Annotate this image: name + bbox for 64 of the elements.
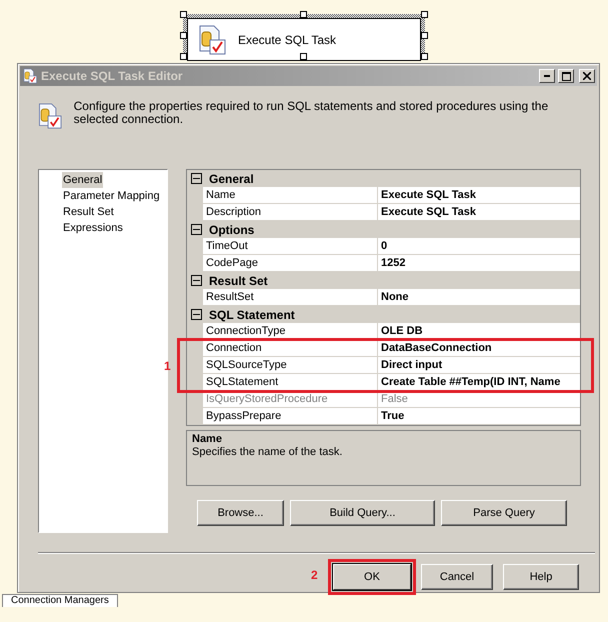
- group-header: General: [209, 172, 254, 186]
- property-name: BypassPrepare: [203, 408, 378, 425]
- collapse-toggle[interactable]: [191, 173, 202, 184]
- page-item[interactable]: Expressions: [62, 220, 124, 236]
- annotation-number: 2: [311, 568, 318, 582]
- resize-handle[interactable]: [300, 53, 307, 60]
- task-node[interactable]: Execute SQL Task: [187, 18, 421, 61]
- query-button[interactable]: Parse Query: [441, 500, 567, 526]
- minus-icon: [193, 277, 200, 284]
- property-name: ResultSet: [203, 289, 378, 306]
- minus-icon: [193, 175, 200, 182]
- property-name: SQLStatement: [203, 374, 378, 391]
- dialog-button[interactable]: OK: [333, 564, 411, 590]
- task-label: Execute SQL Task: [238, 32, 336, 46]
- property-value[interactable]: 0: [378, 238, 580, 255]
- window-title: Execute SQL Task Editor: [41, 69, 184, 83]
- query-button[interactable]: Build Query...: [290, 500, 435, 526]
- resize-handle[interactable]: [421, 53, 428, 60]
- property-value[interactable]: Execute SQL Task: [378, 187, 580, 204]
- property-value[interactable]: 1252: [378, 255, 580, 272]
- page-item[interactable]: Result Set: [62, 204, 115, 220]
- collapse-toggle[interactable]: [191, 224, 202, 235]
- page-item[interactable]: General: [62, 172, 104, 188]
- minimize-button[interactable]: [539, 69, 555, 83]
- collapse-toggle[interactable]: [191, 309, 202, 320]
- close-button[interactable]: [579, 69, 595, 83]
- query-button[interactable]: Browse...: [197, 500, 284, 526]
- resize-handle[interactable]: [180, 11, 187, 18]
- property-value[interactable]: None: [378, 289, 580, 306]
- property-value[interactable]: Create Table ##Temp(ID INT, Name: [378, 374, 580, 391]
- annotation-number: 1: [164, 358, 171, 372]
- group-header: Result Set: [209, 274, 268, 288]
- help-text: Specifies the name of the task.: [192, 446, 344, 458]
- dialog-icon: [22, 68, 38, 84]
- property-name: CodePage: [203, 255, 378, 272]
- property-value[interactable]: DataBaseConnection: [378, 340, 580, 357]
- close-icon: [583, 72, 591, 80]
- group-header: SQL Statement: [209, 308, 295, 322]
- resize-handle[interactable]: [180, 53, 187, 60]
- page-item[interactable]: Parameter Mapping: [62, 188, 161, 204]
- resize-handle[interactable]: [421, 32, 428, 38]
- dialog-button[interactable]: Help: [503, 564, 579, 590]
- bottom-tab[interactable]: Connection Managers: [2, 594, 118, 607]
- property-value[interactable]: Execute SQL Task: [378, 204, 580, 221]
- property-name: SQLSourceType: [203, 357, 378, 374]
- help-title: Name: [192, 433, 223, 445]
- property-value[interactable]: Direct input: [378, 357, 580, 374]
- resize-handle[interactable]: [300, 11, 307, 18]
- dialog-button[interactable]: Cancel: [421, 564, 493, 590]
- maximize-icon: [562, 72, 570, 80]
- dialog-description: Configure the properties required to run SQL statements and stored procedures using the selected connection.: [74, 100, 550, 128]
- minus-icon: [193, 226, 200, 233]
- resize-handle[interactable]: [421, 11, 428, 18]
- collapse-toggle[interactable]: [191, 275, 202, 286]
- property-name: TimeOut: [203, 238, 378, 255]
- minus-icon: [193, 311, 200, 318]
- property-name: Description: [203, 204, 378, 221]
- resize-handle[interactable]: [180, 32, 187, 38]
- group-header: Options: [209, 222, 254, 236]
- property-name: Name: [203, 187, 378, 204]
- minimize-icon: [544, 75, 550, 77]
- maximize-button[interactable]: [558, 69, 574, 83]
- property-name: Connection: [203, 340, 378, 357]
- property-value[interactable]: True: [378, 408, 580, 425]
